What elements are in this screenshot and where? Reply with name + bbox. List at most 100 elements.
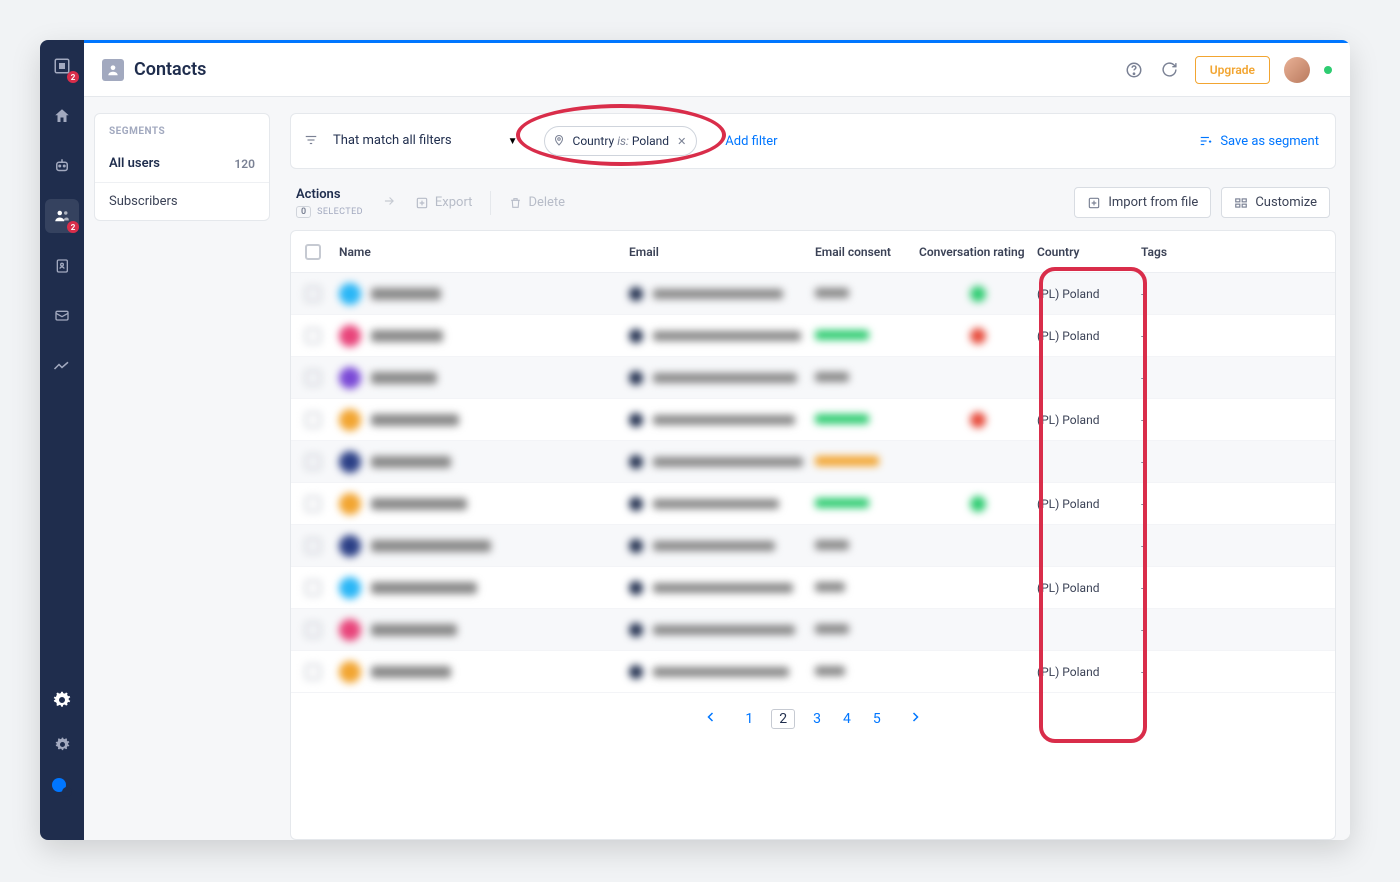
table-row[interactable]: (PL) Poland - bbox=[291, 483, 1335, 525]
col-name[interactable]: Name bbox=[339, 245, 629, 259]
divider bbox=[490, 191, 491, 215]
user-avatar bbox=[339, 535, 361, 557]
page-title: Contacts bbox=[102, 59, 206, 81]
user-avatar bbox=[339, 325, 361, 347]
user-avatar[interactable] bbox=[1284, 57, 1310, 83]
add-filter-link[interactable]: Add filter bbox=[725, 134, 777, 149]
segment-label: Subscribers bbox=[109, 194, 178, 209]
user-avatar bbox=[339, 367, 361, 389]
table-row[interactable]: - bbox=[291, 525, 1335, 567]
row-checkbox[interactable] bbox=[305, 454, 321, 470]
location-pin-icon bbox=[553, 133, 565, 150]
table: Name Email Email consent Conversation ra… bbox=[290, 230, 1336, 840]
segment-all-users[interactable]: All users 120 bbox=[95, 145, 269, 182]
email-icon bbox=[629, 287, 643, 301]
upgrade-button[interactable]: Upgrade bbox=[1195, 56, 1270, 84]
content: That match all filters ▼ Country is: Pol… bbox=[280, 97, 1350, 840]
col-country[interactable]: Country bbox=[1037, 245, 1141, 259]
table-row[interactable]: - bbox=[291, 441, 1335, 483]
save-segment-icon bbox=[1198, 134, 1214, 148]
page-number[interactable]: 3 bbox=[809, 709, 825, 729]
nav-settings[interactable] bbox=[50, 688, 74, 712]
logo-icon bbox=[50, 776, 74, 800]
filter-icon[interactable] bbox=[303, 132, 319, 151]
table-row[interactable]: (PL) Poland - bbox=[291, 399, 1335, 441]
nav-address-book[interactable] bbox=[50, 254, 74, 278]
row-checkbox[interactable] bbox=[305, 328, 321, 344]
nav-contacts[interactable]: 2 bbox=[50, 204, 74, 228]
email-text bbox=[653, 373, 797, 383]
import-button[interactable]: Import from file bbox=[1074, 187, 1211, 218]
user-avatar bbox=[339, 577, 361, 599]
delete-button[interactable]: Delete bbox=[509, 195, 565, 210]
table-row[interactable]: (PL) Poland - bbox=[291, 651, 1335, 693]
rating-indicator bbox=[970, 328, 986, 344]
page-title-text: Contacts bbox=[134, 59, 206, 80]
table-row[interactable]: - bbox=[291, 609, 1335, 651]
table-body: (PL) Poland - (PL) Poland - - bbox=[291, 273, 1335, 693]
table-row[interactable]: (PL) Poland - bbox=[291, 315, 1335, 357]
email-text bbox=[653, 583, 793, 593]
row-checkbox[interactable] bbox=[305, 538, 321, 554]
country-value: (PL) Poland bbox=[1037, 665, 1141, 679]
row-checkbox[interactable] bbox=[305, 622, 321, 638]
trash-icon bbox=[509, 196, 522, 210]
col-tags[interactable]: Tags bbox=[1141, 245, 1201, 259]
save-segment-button[interactable]: Save as segment bbox=[1198, 134, 1319, 149]
row-checkbox[interactable] bbox=[305, 664, 321, 680]
country-value: (PL) Poland bbox=[1037, 581, 1141, 595]
table-head: Name Email Email consent Conversation ra… bbox=[291, 231, 1335, 273]
page-number[interactable]: 1 bbox=[741, 709, 757, 729]
col-consent[interactable]: Email consent bbox=[815, 245, 919, 259]
consent-value bbox=[815, 666, 845, 676]
user-avatar bbox=[339, 451, 361, 473]
row-checkbox[interactable] bbox=[305, 370, 321, 386]
tags-value: - bbox=[1141, 539, 1201, 553]
customize-button[interactable]: Customize bbox=[1221, 187, 1330, 218]
export-button[interactable]: Export bbox=[415, 195, 473, 210]
chip-text: Country is: Poland bbox=[573, 134, 670, 148]
user-name bbox=[371, 330, 443, 342]
consent-value bbox=[815, 624, 849, 634]
nav-analytics[interactable] bbox=[50, 354, 74, 378]
consent-value bbox=[815, 498, 869, 508]
col-email[interactable]: Email bbox=[629, 245, 815, 259]
email-icon bbox=[629, 581, 643, 595]
page-number[interactable]: 4 bbox=[839, 709, 855, 729]
nav-mail[interactable] bbox=[50, 304, 74, 328]
table-row[interactable]: (PL) Poland - bbox=[291, 273, 1335, 315]
table-row[interactable]: (PL) Poland - bbox=[291, 567, 1335, 609]
nav-bot[interactable] bbox=[50, 154, 74, 178]
tags-value: - bbox=[1141, 497, 1201, 511]
tags-value: - bbox=[1141, 455, 1201, 469]
segments-panel: SEGMENTS All users 120 Subscribers bbox=[84, 97, 280, 840]
row-checkbox[interactable] bbox=[305, 286, 321, 302]
help-icon[interactable] bbox=[1123, 59, 1145, 81]
segment-subscribers[interactable]: Subscribers bbox=[95, 182, 269, 220]
select-all-checkbox[interactable] bbox=[305, 244, 321, 260]
refresh-icon[interactable] bbox=[1159, 59, 1181, 81]
page-number[interactable]: 5 bbox=[869, 709, 885, 729]
page-next[interactable] bbox=[905, 709, 925, 729]
page-number[interactable]: 2 bbox=[771, 709, 795, 729]
nav-logo[interactable] bbox=[50, 776, 74, 800]
customize-label: Customize bbox=[1255, 195, 1317, 210]
row-checkbox[interactable] bbox=[305, 412, 321, 428]
nav-settings-alt[interactable] bbox=[50, 732, 74, 756]
nav-inbox[interactable]: 2 bbox=[50, 54, 74, 78]
consent-value bbox=[815, 330, 869, 340]
row-checkbox[interactable] bbox=[305, 580, 321, 596]
table-row[interactable]: - bbox=[291, 357, 1335, 399]
filter-match-dropdown[interactable]: That match all filters bbox=[333, 133, 452, 149]
chip-close-icon[interactable]: ✕ bbox=[677, 135, 686, 148]
email-text bbox=[653, 289, 783, 299]
nav-home[interactable] bbox=[50, 104, 74, 128]
delete-label: Delete bbox=[528, 195, 565, 210]
save-segment-label: Save as segment bbox=[1220, 134, 1319, 149]
rating-indicator bbox=[970, 286, 986, 302]
email-text bbox=[653, 541, 775, 551]
col-rating[interactable]: Conversation rating bbox=[919, 245, 1037, 259]
page-prev[interactable] bbox=[701, 709, 721, 729]
filter-chip-country[interactable]: Country is: Poland ✕ bbox=[544, 126, 698, 156]
row-checkbox[interactable] bbox=[305, 496, 321, 512]
